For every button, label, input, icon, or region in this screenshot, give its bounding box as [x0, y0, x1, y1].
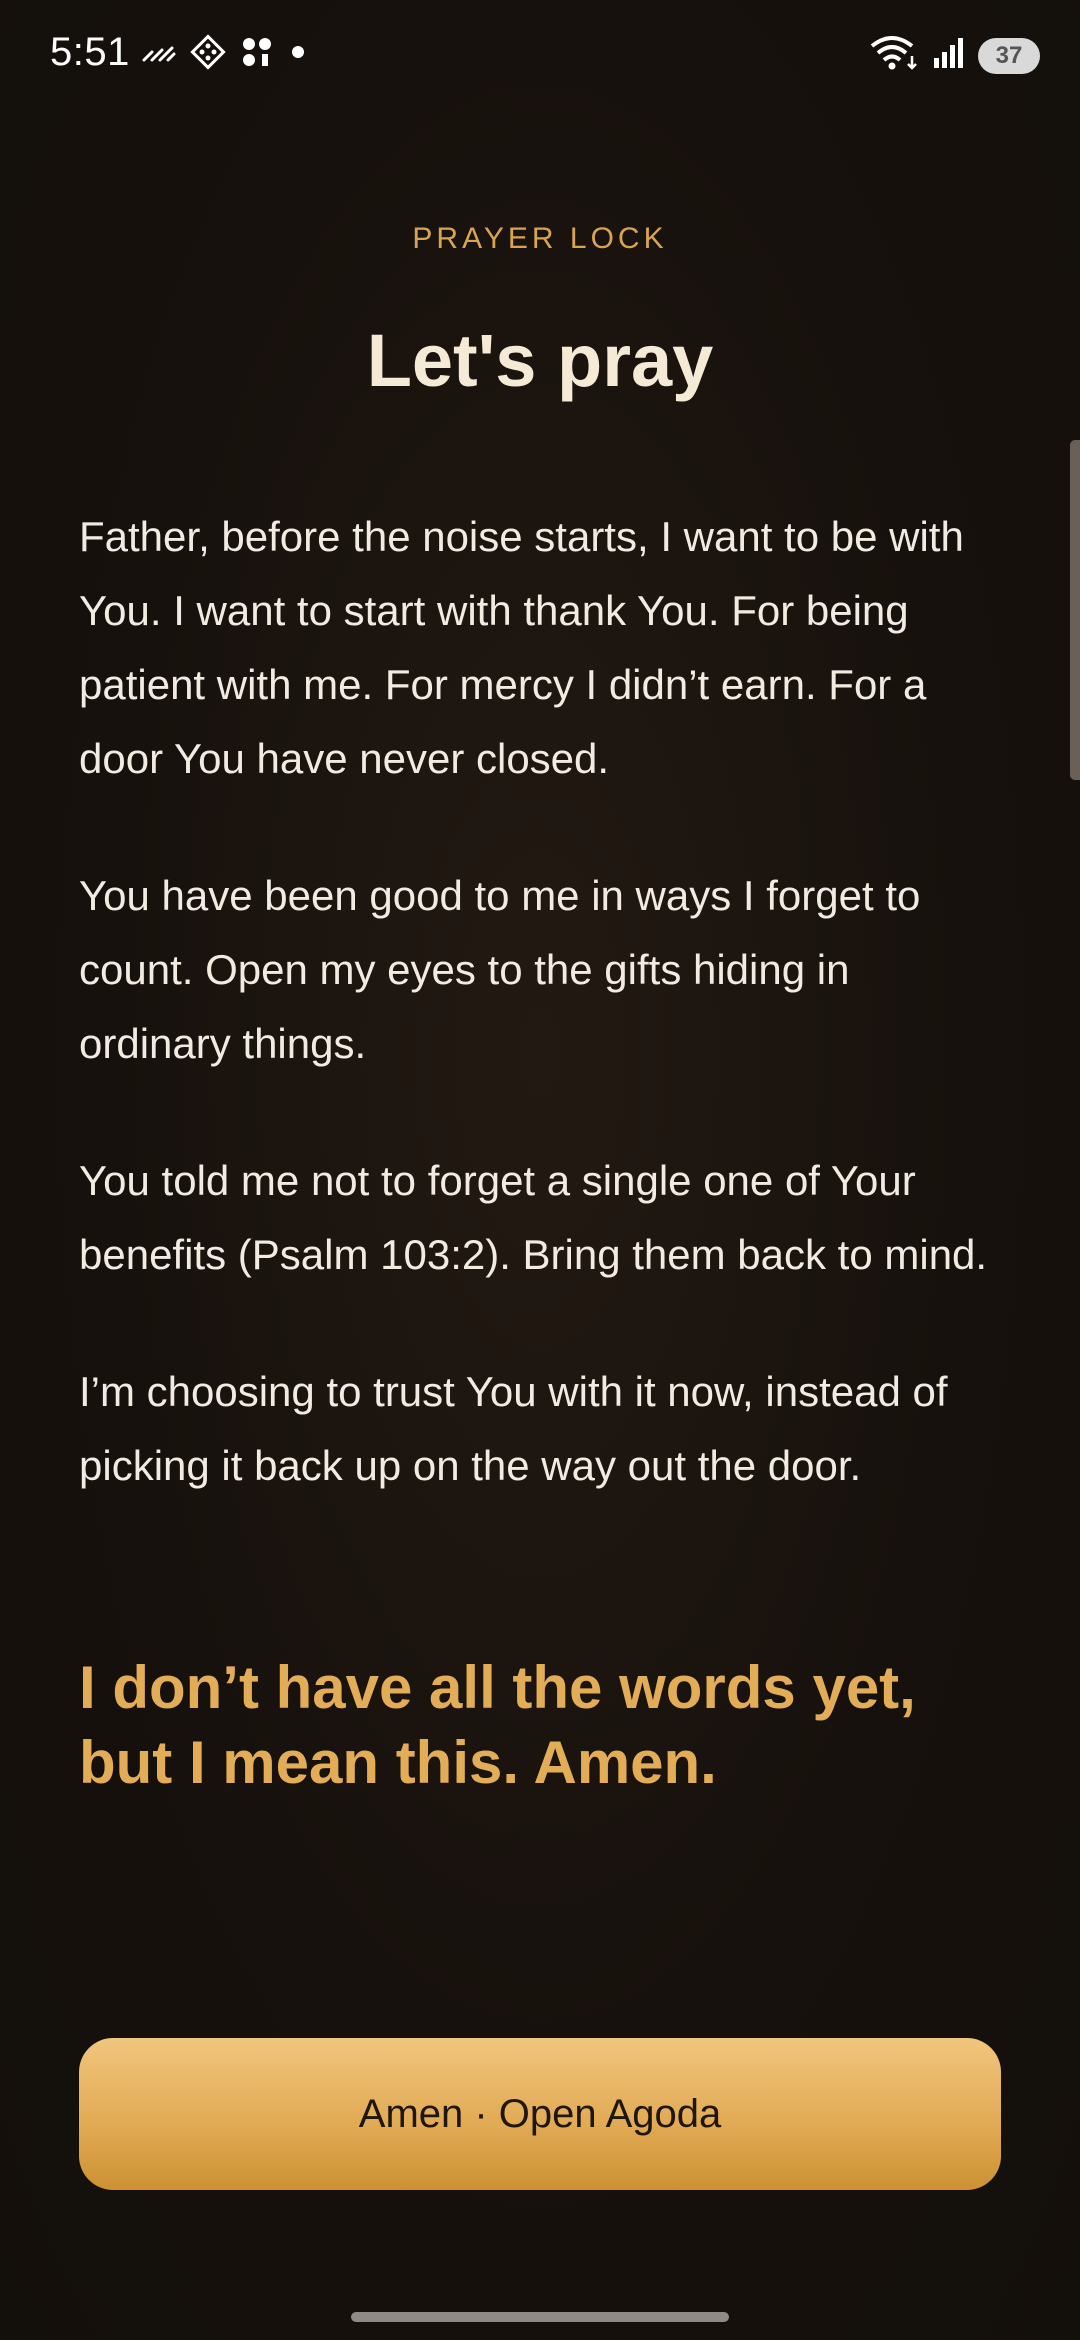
app-diamond-icon: [190, 34, 226, 75]
prayer-lock-screen: 5:51 37 PRAYER LOCK Let's pray Father, b…: [0, 0, 1080, 2340]
prayer-paragraph: I’m choosing to trust You with it now, i…: [79, 1368, 948, 1489]
status-icons-right: 37: [868, 34, 1040, 77]
notification-dot-icon: [288, 42, 308, 67]
prayer-paragraph: You told me not to forget a single one o…: [79, 1157, 988, 1278]
prayer-paragraph: Father, before the noise starts, I want …: [79, 513, 964, 782]
battery-icon: 37: [978, 37, 1040, 74]
cellular-signal-icon: [932, 36, 966, 75]
status-icons-left: [142, 34, 308, 75]
signal-off-icon: [142, 40, 176, 69]
app-dots-icon: [240, 35, 274, 74]
home-indicator[interactable]: [351, 2312, 729, 2322]
status-bar: 5:51 37: [0, 0, 1080, 110]
wifi-icon: [868, 34, 920, 77]
amen-open-app-button[interactable]: Amen · Open Agoda: [79, 2038, 1001, 2190]
status-time: 5:51: [50, 30, 130, 74]
prayer-closing: I don’t have all the words yet, but I me…: [79, 1654, 916, 1796]
prayer-lock-label: PRAYER LOCK: [412, 222, 668, 255]
page-title: Let's pray: [366, 319, 714, 402]
prayer-text: Father, before the noise starts, I want …: [79, 500, 1009, 1566]
prayer-paragraph: You have been good to me in ways I forge…: [79, 872, 921, 1067]
scrollbar[interactable]: [1070, 440, 1080, 780]
